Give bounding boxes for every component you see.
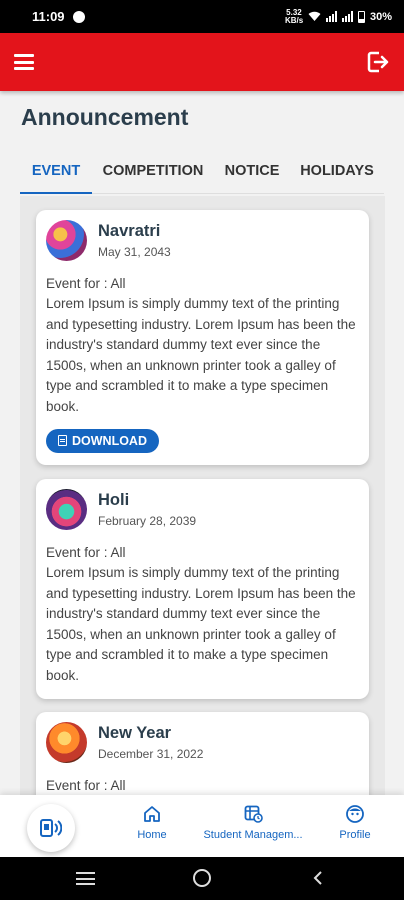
event-description: Lorem Ipsum is simply dummy text of the …	[46, 565, 356, 683]
nav-profile-label: Profile	[339, 829, 371, 841]
home-icon	[144, 806, 160, 822]
battery-icon	[357, 10, 365, 23]
status-bar: 11:09 5.32 KB/s 30%	[0, 0, 404, 33]
wifi-icon	[308, 11, 321, 21]
event-name: New Year	[98, 724, 172, 742]
network-speed: 5.32 KB/s	[284, 7, 304, 25]
event-card: New Year December 31, 2022 Event for : A…	[36, 712, 369, 795]
home-button-icon[interactable]	[193, 869, 211, 887]
back-icon[interactable]	[312, 871, 324, 885]
floating-action-button[interactable]	[27, 804, 75, 852]
tab-event[interactable]: EVENT	[20, 150, 92, 194]
event-for: Event for : All	[46, 276, 126, 291]
signal-icon	[325, 11, 337, 22]
event-description: Lorem Ipsum is simply dummy text of the …	[46, 296, 356, 414]
system-navigation-bar	[0, 857, 404, 900]
menu-icon[interactable]	[14, 54, 34, 70]
nav-profile[interactable]: Profile	[336, 805, 374, 841]
document-icon	[58, 435, 67, 447]
logout-icon[interactable]	[366, 50, 390, 74]
event-list[interactable]: Navratri May 31, 2043 Event for : All Lo…	[20, 196, 385, 795]
battery-percent: 30%	[369, 10, 392, 23]
event-avatar	[46, 220, 87, 261]
student-management-icon	[244, 805, 263, 823]
tab-competition[interactable]: COMPETITION	[92, 150, 214, 192]
event-for: Event for : All	[46, 778, 126, 793]
event-date: December 31, 2022	[98, 747, 204, 761]
event-date: February 28, 2039	[98, 514, 197, 528]
event-avatar	[46, 489, 87, 530]
nav-home[interactable]: Home	[134, 805, 170, 841]
download-label: DOWNLOAD	[72, 433, 147, 448]
signal-icon-2	[341, 11, 353, 22]
event-date: May 31, 2043	[98, 245, 171, 259]
nav-student-management-label: Student Managem...	[203, 829, 303, 841]
download-button[interactable]: DOWNLOAD	[46, 428, 159, 453]
bottom-navigation: Home Student Managem... Profile	[0, 795, 404, 857]
status-time: 11:09	[32, 9, 65, 24]
nav-home-label: Home	[137, 829, 167, 841]
event-name: Holi	[98, 491, 130, 509]
tab-holidays[interactable]: HOLIDAYS	[290, 150, 384, 192]
page-title: Announcement	[21, 104, 189, 130]
id-card-icon	[40, 819, 62, 837]
recents-icon[interactable]	[76, 872, 95, 885]
app-bar	[0, 33, 404, 91]
nav-student-management[interactable]: Student Managem...	[201, 805, 305, 841]
tab-bar: EVENT COMPETITION NOTICE HOLIDAYS	[20, 150, 384, 194]
event-card: Navratri May 31, 2043 Event for : All Lo…	[36, 210, 369, 465]
chat-notification-icon	[72, 10, 85, 23]
event-name: Navratri	[98, 222, 161, 240]
profile-icon	[346, 805, 364, 823]
event-avatar	[46, 722, 87, 763]
tab-notice[interactable]: NOTICE	[214, 150, 290, 192]
event-card: Holi February 28, 2039 Event for : All L…	[36, 479, 369, 699]
event-for: Event for : All	[46, 545, 126, 560]
status-icons: 5.32 KB/s 30%	[284, 7, 392, 25]
